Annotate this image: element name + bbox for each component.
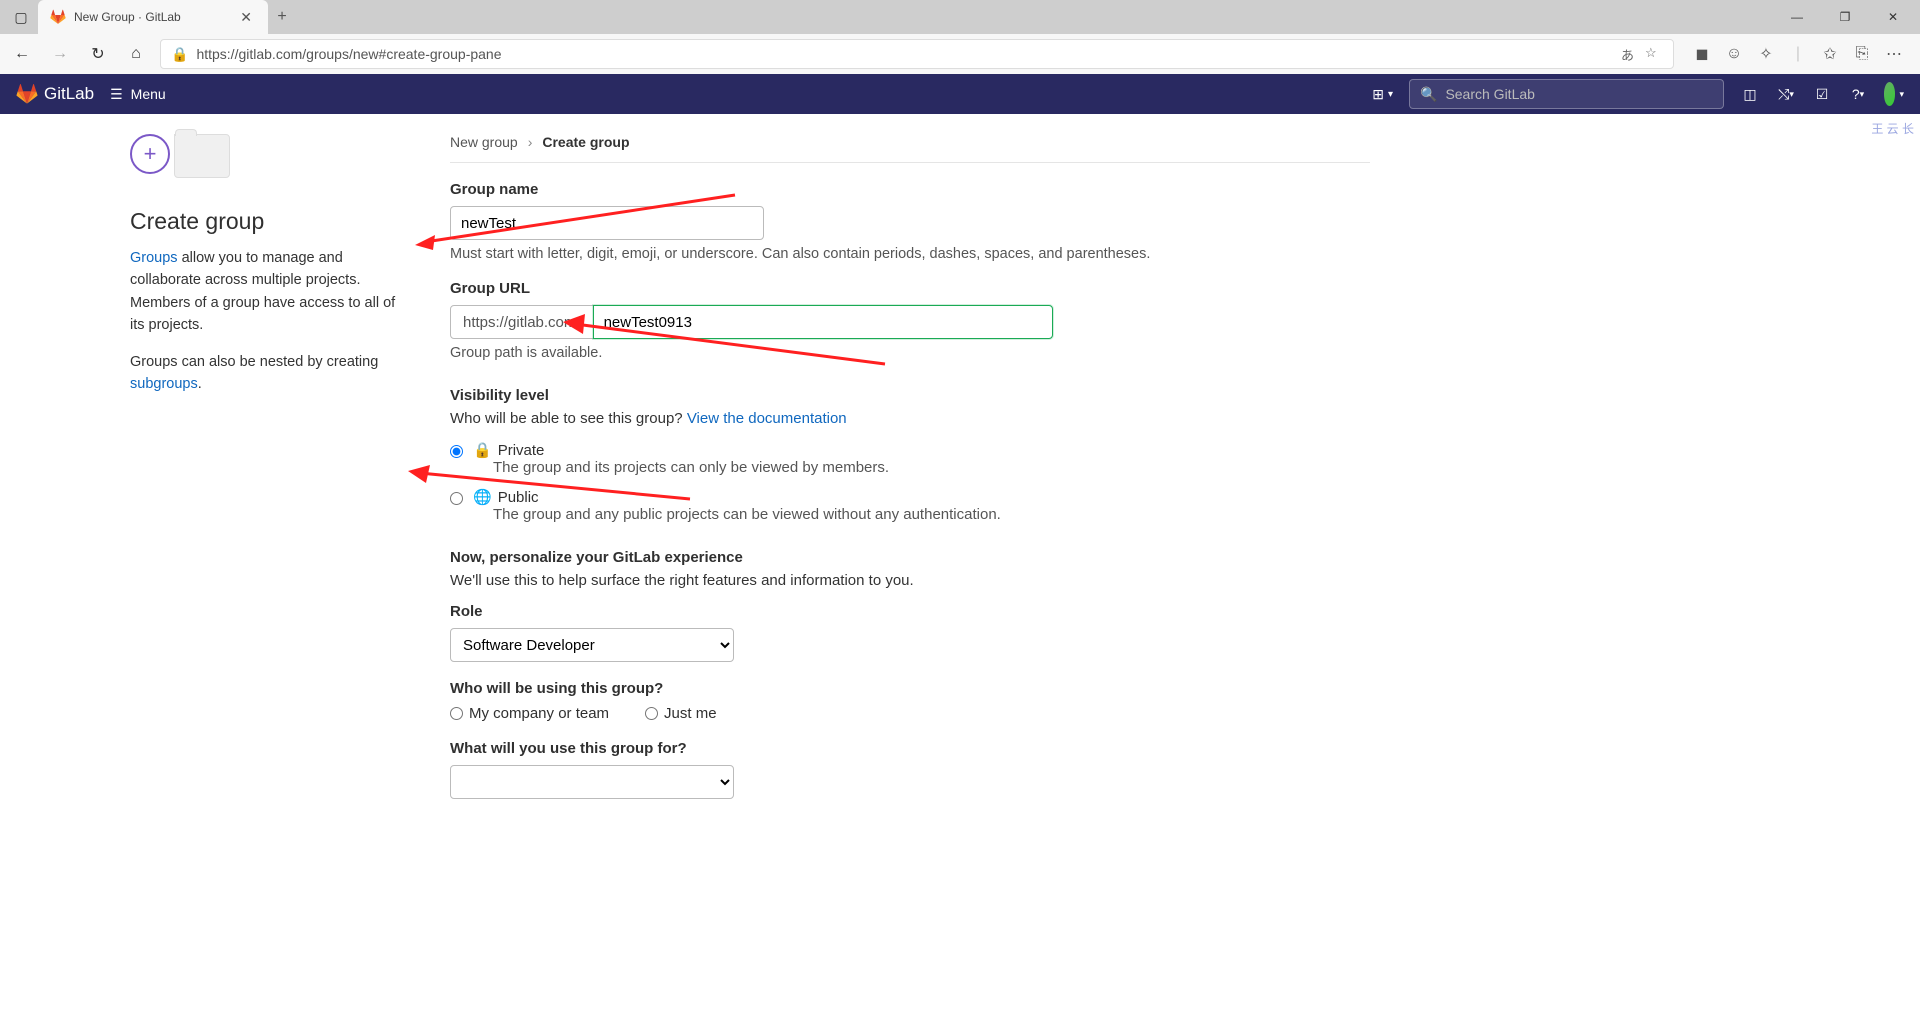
user-menu[interactable]: ▾ xyxy=(1884,82,1904,106)
sidebar-desc-1: Groups allow you to manage and collabora… xyxy=(130,247,410,337)
visibility-public-row: 🌐 Public The group and any public projec… xyxy=(450,488,1370,523)
personalize-sub: We'll use this to help surface the right… xyxy=(450,572,1370,589)
gitlab-favicon-icon xyxy=(50,9,66,25)
who-option-justme[interactable]: Just me xyxy=(645,705,717,722)
tab-bar: ▢ New Group · GitLab ✕ + — ❐ ✕ xyxy=(0,0,1920,34)
page-content: + Create group Groups allow you to manag… xyxy=(0,114,1920,1032)
sidebar-title: Create group xyxy=(130,208,410,235)
group-name-label: Group name xyxy=(450,181,1370,198)
main-form: New group › Create group Group name Must… xyxy=(450,134,1370,1012)
home-button[interactable]: ⌂ xyxy=(122,40,150,68)
group-url-field: Group URL https://gitlab.com/ Group path… xyxy=(450,280,1370,361)
role-label: Role xyxy=(450,603,1370,620)
window-controls: — ❐ ✕ xyxy=(1774,1,1916,33)
translate-icon[interactable]: あ xyxy=(1621,45,1639,64)
maximize-button[interactable]: ❐ xyxy=(1822,1,1868,33)
tab-title: New Group · GitLab xyxy=(74,10,228,24)
who-label: Who will be using this group? xyxy=(450,680,1370,697)
tab-close-icon[interactable]: ✕ xyxy=(236,7,256,28)
breadcrumb: New group › Create group xyxy=(450,134,1370,163)
collections-icon[interactable]: ⎘ xyxy=(1852,44,1872,64)
merge-requests-icon[interactable]: ⤭ ▾ xyxy=(1776,86,1796,103)
minimize-button[interactable]: — xyxy=(1774,1,1820,33)
search-icon: 🔍 xyxy=(1420,86,1437,103)
chevron-down-icon: ▾ xyxy=(1388,89,1393,100)
breadcrumb-current: Create group xyxy=(542,134,629,150)
visibility-private-radio[interactable] xyxy=(450,445,463,458)
new-tab-button[interactable]: + xyxy=(268,3,296,31)
back-button[interactable]: ← xyxy=(8,40,36,68)
purpose-select[interactable] xyxy=(450,765,734,799)
gitlab-brand-text: GitLab xyxy=(44,84,94,104)
group-url-label: Group URL xyxy=(450,280,1370,297)
group-url-status: Group path is available. xyxy=(450,345,1370,361)
close-window-button[interactable]: ✕ xyxy=(1870,1,1916,33)
todos-icon[interactable]: ☑ xyxy=(1812,86,1832,103)
browser-tab[interactable]: New Group · GitLab ✕ xyxy=(38,0,268,34)
side-badge: 王 云 长 xyxy=(1871,122,1914,138)
visibility-docs-link[interactable]: View the documentation xyxy=(687,410,847,427)
visibility-private-row: 🔒 Private The group and its projects can… xyxy=(450,441,1370,476)
visibility-public-desc: The group and any public projects can be… xyxy=(493,506,1001,523)
gitlab-logo[interactable]: GitLab xyxy=(16,83,94,105)
gitlab-logo-icon xyxy=(16,83,38,105)
visibility-public-radio[interactable] xyxy=(450,492,463,505)
extension-icons: ◼ ☺ ✧ | ✩ ⎘ ⋯ xyxy=(1684,44,1912,64)
url-text: https://gitlab.com/groups/new#create-gro… xyxy=(196,46,1613,62)
url-box[interactable]: 🔒 https://gitlab.com/groups/new#create-g… xyxy=(160,39,1674,69)
more-icon[interactable]: ⋯ xyxy=(1884,44,1904,64)
group-name-help: Must start with letter, digit, emoji, or… xyxy=(450,246,1370,262)
subgroups-link[interactable]: subgroups xyxy=(130,376,198,392)
favorite-icon[interactable]: ☆ xyxy=(1645,45,1663,64)
hamburger-icon: ☰ xyxy=(110,86,123,103)
role-field: Role Software Developer xyxy=(450,603,1370,662)
group-name-input[interactable] xyxy=(450,206,764,240)
add-circle-icon: + xyxy=(130,134,170,174)
extensions-icon[interactable]: ✧ xyxy=(1756,44,1776,64)
globe-icon: 🌐 xyxy=(473,488,492,506)
issues-icon[interactable]: ◫ xyxy=(1740,86,1760,103)
visibility-public-label: Public xyxy=(498,489,539,506)
menu-button[interactable]: ☰ Menu xyxy=(110,86,166,103)
lock-icon: 🔒 xyxy=(171,46,188,63)
favorites-icon[interactable]: ✩ xyxy=(1820,44,1840,64)
plus-box-icon: ⊞ xyxy=(1372,86,1384,103)
visibility-help: Who will be able to see this group? View… xyxy=(450,410,1370,427)
role-select[interactable]: Software Developer xyxy=(450,628,734,662)
breadcrumb-separator: › xyxy=(528,134,533,150)
personalize-title: Now, personalize your GitLab experience xyxy=(450,549,1370,566)
sidebar: + Create group Groups allow you to manag… xyxy=(130,134,410,1012)
help-icon[interactable]: ? ▾ xyxy=(1848,86,1868,102)
lock-icon: 🔒 xyxy=(473,441,492,459)
sidebar-desc-2: Groups can also be nested by creating su… xyxy=(130,351,410,396)
who-option-company[interactable]: My company or team xyxy=(450,705,609,722)
breadcrumb-parent[interactable]: New group xyxy=(450,134,518,150)
menu-label: Menu xyxy=(131,86,166,102)
forward-button: → xyxy=(46,40,74,68)
address-bar: ← → ↻ ⌂ 🔒 https://gitlab.com/groups/new#… xyxy=(0,34,1920,74)
search-box[interactable]: 🔍 xyxy=(1409,79,1724,109)
visibility-private-label: Private xyxy=(498,442,545,459)
visibility-private-desc: The group and its projects can only be v… xyxy=(493,459,889,476)
group-name-field: Group name Must start with letter, digit… xyxy=(450,181,1370,262)
refresh-button[interactable]: ↻ xyxy=(84,40,112,68)
group-url-input[interactable] xyxy=(593,305,1053,339)
group-url-prefix: https://gitlab.com/ xyxy=(450,305,594,339)
create-new-button[interactable]: ⊞ ▾ xyxy=(1372,86,1393,103)
purpose-label: What will you use this group for? xyxy=(450,740,1370,757)
gitlab-header: GitLab ☰ Menu ⊞ ▾ 🔍 ◫ ⤭ ▾ ☑ ? ▾ ▾ xyxy=(0,74,1920,114)
tab-actions-icon[interactable]: ▢ xyxy=(4,0,38,34)
who-field: Who will be using this group? My company… xyxy=(450,680,1370,722)
visibility-label: Visibility level xyxy=(450,387,1370,404)
search-input[interactable] xyxy=(1445,86,1713,102)
folder-icon xyxy=(174,134,230,178)
avatar xyxy=(1884,82,1895,106)
groups-link[interactable]: Groups xyxy=(130,250,178,266)
browser-chrome: ▢ New Group · GitLab ✕ + — ❐ ✕ ← → ↻ ⌂ 🔒… xyxy=(0,0,1920,74)
ext-icon-2[interactable]: ☺ xyxy=(1724,44,1744,64)
divider: | xyxy=(1788,44,1808,64)
purpose-field: What will you use this group for? xyxy=(450,740,1370,799)
ext-icon-1[interactable]: ◼ xyxy=(1692,44,1712,64)
